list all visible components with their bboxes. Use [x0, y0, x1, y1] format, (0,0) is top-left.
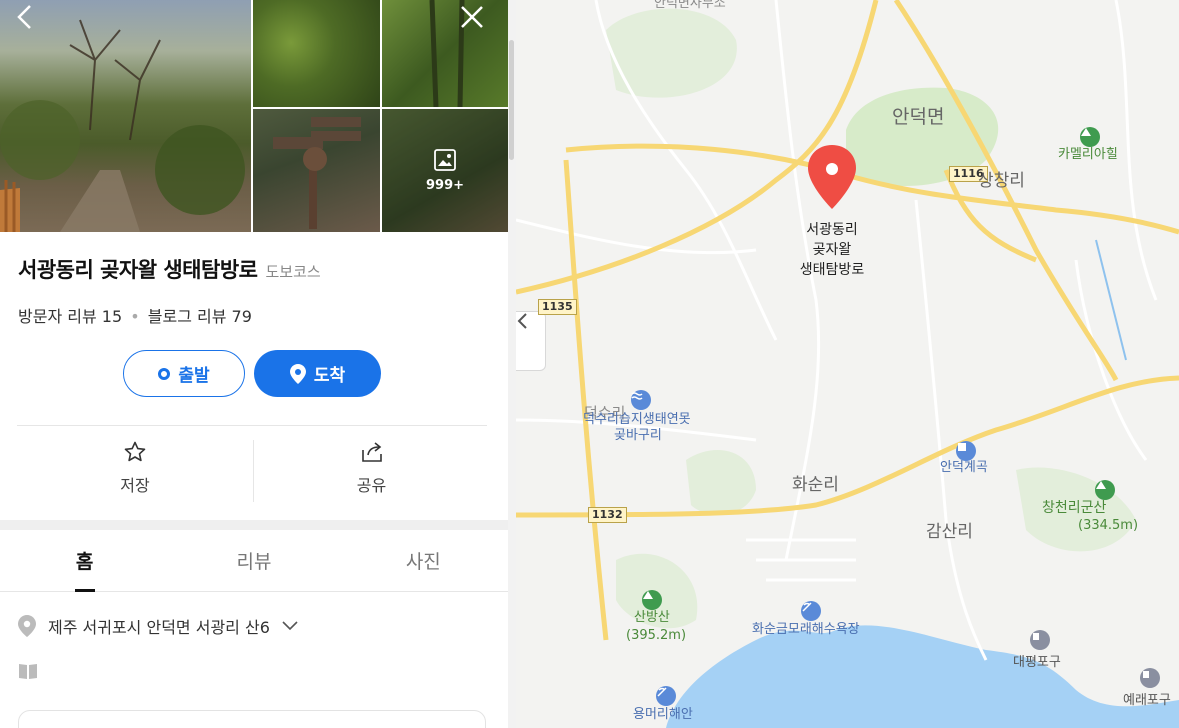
poi-label-sanbang-line1[interactable]: 산방산 [634, 610, 670, 626]
blog-reviews-link[interactable]: 블로그 리뷰 79 [148, 307, 252, 326]
photo-thumb-1[interactable] [253, 0, 380, 107]
visitor-reviews-link[interactable]: 방문자 리뷰 15 [18, 307, 122, 326]
wetland-icon [631, 390, 651, 410]
address-row[interactable]: 제주 서귀포시 안덕면 서광리 산6 [18, 614, 298, 638]
location-pin-icon [289, 363, 306, 384]
beach-icon [801, 601, 821, 621]
photo-main[interactable] [0, 0, 251, 232]
share-button[interactable]: 공유 [253, 440, 489, 502]
visitor-reviews-label: 방문자 리뷰 [18, 307, 97, 326]
app-root: 999+ 서광동리 곶자왈 생태탐방로 도보코스 방문자 리뷰 15 • 블로그… [0, 0, 1179, 728]
map-pin-icon [18, 615, 36, 637]
start-circle-icon [158, 367, 171, 380]
port-icon [1140, 668, 1160, 688]
poi-label-beach[interactable]: 화순금모래해수욕장 [752, 622, 860, 638]
route-start-button[interactable]: 출발 [123, 350, 245, 397]
image-icon [434, 149, 456, 171]
area-label-sangchang: 상창리 [978, 171, 1025, 191]
save-label: 저장 [120, 476, 150, 495]
beach-icon [656, 686, 676, 706]
chevron-left-icon [17, 5, 31, 29]
valley-icon [956, 441, 976, 461]
place-header: 서광동리 곶자왈 생태탐방로 도보코스 [18, 254, 321, 284]
place-detail-panel: 999+ 서광동리 곶자왈 생태탐방로 도보코스 방문자 리뷰 15 • 블로그… [0, 0, 508, 728]
route-start-label: 출발 [178, 366, 210, 386]
close-button[interactable] [457, 2, 487, 32]
poi-label-changcheon-line1[interactable]: 창천리군산 [1042, 500, 1106, 516]
tab-home[interactable]: 홈 [0, 530, 169, 592]
poi-label-wetland-line2[interactable]: 곶바구리 [614, 428, 662, 444]
poi-label-camellia[interactable]: 카멜리아힐 [1058, 147, 1118, 163]
more-photos-overlay[interactable]: 999+ [382, 109, 508, 232]
area-label-top: 안덕면사무소 [654, 0, 726, 11]
visitor-reviews-count: 15 [101, 307, 123, 326]
route-end-button[interactable]: 도착 [254, 350, 381, 397]
back-button[interactable] [10, 2, 40, 32]
save-button[interactable]: 저장 [17, 440, 253, 502]
poi-label-changcheon-line2[interactable]: (334.5m) [1078, 518, 1138, 534]
poi-label-yongmeori[interactable]: 용머리해안 [633, 707, 693, 723]
pin-label-line2: 곶자왈 [812, 242, 852, 258]
photo-thumb-more[interactable]: 999+ [382, 109, 508, 232]
area-label-gamsan: 감산리 [926, 522, 973, 542]
blog-reviews-label: 블로그 리뷰 [147, 307, 227, 326]
book-icon [18, 662, 38, 684]
tab-photos[interactable]: 사진 [339, 530, 508, 591]
photo-thumb-2[interactable] [382, 0, 508, 107]
map-canvas [516, 0, 1179, 728]
star-icon [124, 441, 146, 462]
poi-label-valley[interactable]: 안덕계곡 [940, 460, 988, 476]
blog-reviews-count: 79 [231, 307, 252, 326]
port-icon [1030, 630, 1050, 650]
mountain-icon [1095, 480, 1115, 500]
map-view[interactable]: 1116 1135 1132 안덕면 상창리 화순리 감산리 덕수리 안덕면사무… [516, 0, 1179, 728]
area-label-hwasun: 화순리 [792, 475, 839, 495]
tab-reviews[interactable]: 리뷰 [169, 530, 338, 591]
more-photos-count: 999+ [425, 178, 465, 193]
place-title: 서광동리 곶자왈 생태탐방로 [18, 258, 258, 282]
section-gap [0, 520, 508, 530]
share-icon [361, 442, 382, 462]
mountain-icon [1080, 127, 1100, 147]
panel-collapse-button[interactable] [516, 311, 546, 371]
poi-label-yerae[interactable]: 예래포구 [1123, 689, 1171, 708]
close-icon [461, 6, 483, 28]
poi-label-daepyeong[interactable]: 대평포구 [1013, 651, 1061, 670]
panel-scrollbar[interactable] [509, 40, 514, 160]
photo-gallery: 999+ [0, 0, 508, 232]
road-shield-1132: 1132 [588, 507, 627, 523]
chevron-down-icon [282, 621, 298, 631]
pin-label-line3: 생태탐방로 [799, 262, 865, 278]
chevron-left-icon [517, 313, 527, 329]
mountain-icon [642, 590, 662, 610]
share-label: 공유 [356, 476, 387, 495]
road-shield-1135: 1135 [538, 299, 577, 315]
divider-line [17, 425, 487, 426]
selected-place-label[interactable]: 서광동리 곶자왈 생태탐방로 [782, 220, 882, 280]
info-card [18, 710, 486, 728]
tab-bar: 홈 리뷰 사진 [0, 530, 508, 592]
poi-label-wetland-line1[interactable]: 덕수리습지생태연못 [583, 412, 691, 428]
poi-label-sanbang-line2[interactable]: (395.2m) [626, 628, 686, 644]
photo-thumb-3[interactable] [253, 109, 380, 232]
map-marker-icon [808, 145, 856, 209]
area-label-andeok: 안덕면 [892, 106, 945, 128]
route-end-label: 도착 [313, 366, 346, 386]
review-summary: 방문자 리뷰 15 • 블로그 리뷰 79 [18, 303, 252, 327]
pin-label-line1: 서광동리 [806, 222, 858, 238]
address-text: 제주 서귀포시 안덕면 서광리 산6 [48, 618, 270, 637]
separator-dot: • [130, 307, 140, 326]
place-category: 도보코스 [265, 263, 321, 281]
